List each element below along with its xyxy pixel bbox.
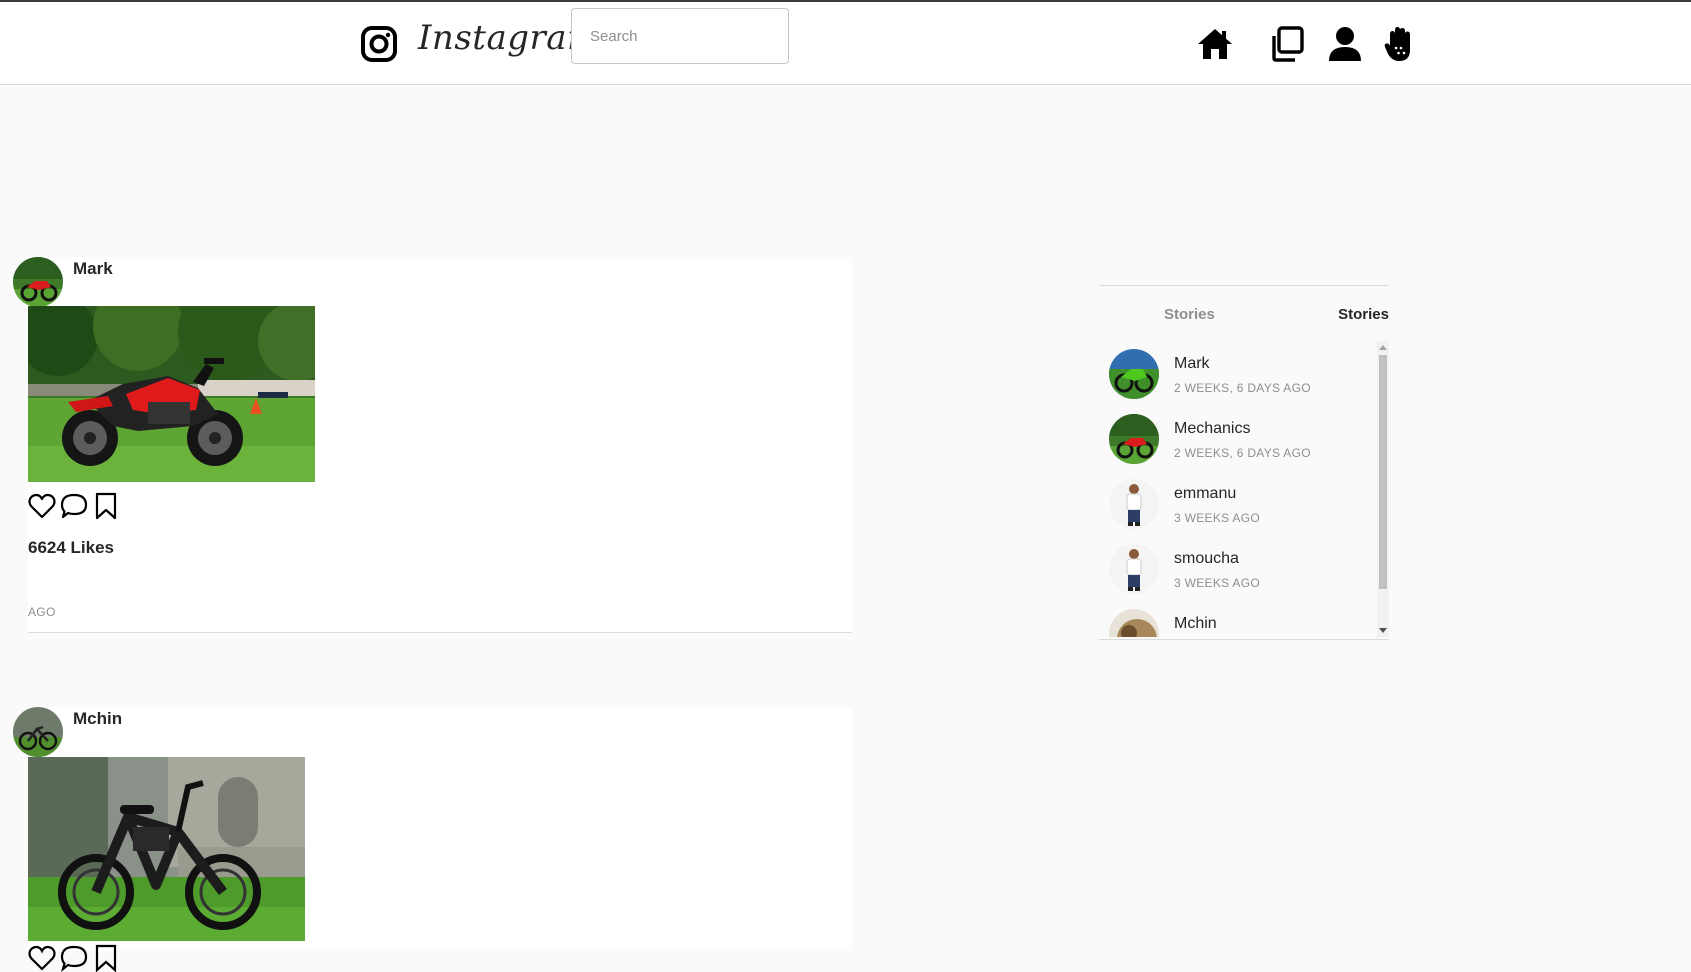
story-time: 2 WEEKS, 6 DAYS AGO (1174, 381, 1311, 395)
story-name: Mechanics (1174, 420, 1251, 437)
heart-icon[interactable] (28, 492, 56, 520)
avatar (1109, 414, 1159, 464)
list-item[interactable]: Mechanics 2 WEEKS, 6 DAYS AGO (1099, 410, 1377, 470)
feed-post: Mchin (13, 707, 852, 972)
avatar (1109, 544, 1159, 594)
post-timestamp: AGO (28, 605, 56, 619)
stories-panel: Stories Stories Mark 2 WEEKS, 6 DAYS AGO (1099, 285, 1389, 640)
post-image[interactable] (28, 757, 305, 941)
story-time: 3 WEEKS AGO (1174, 576, 1260, 590)
post-username[interactable]: Mchin (73, 709, 122, 729)
list-item[interactable]: Mark 2 WEEKS, 6 DAYS AGO (1099, 345, 1377, 405)
tab-stories-active[interactable]: Stories (1338, 306, 1389, 323)
feed-post: Mark 6624 Likes AGO (13, 257, 852, 633)
user-icon[interactable] (1328, 26, 1362, 62)
tab-stories[interactable]: Stories (1164, 306, 1215, 323)
scroll-down-arrow-icon[interactable] (1379, 628, 1387, 633)
avatar[interactable] (13, 707, 63, 757)
bookmark-icon[interactable] (92, 492, 120, 520)
clone-icon[interactable] (1270, 26, 1304, 62)
story-name: smoucha (1174, 550, 1239, 567)
bookmark-icon[interactable] (92, 944, 120, 972)
story-time: 3 WEEKS AGO (1174, 511, 1260, 525)
comment-icon[interactable] (60, 492, 88, 520)
instagram-logo-icon[interactable] (360, 25, 398, 63)
likes-count: 6624 Likes (28, 538, 115, 557)
search-input[interactable] (571, 8, 789, 64)
list-item[interactable]: smoucha 3 WEEKS AGO (1099, 540, 1377, 600)
scroll-thumb[interactable] (1379, 355, 1387, 589)
story-name: emmanu (1174, 485, 1237, 502)
post-username[interactable]: Mark (73, 259, 113, 279)
avatar (1109, 349, 1159, 399)
top-navigation-bar: Instagram (0, 2, 1691, 85)
story-name: Mchin (1174, 615, 1217, 632)
list-item[interactable]: Mchin (1099, 605, 1377, 637)
post-image[interactable] (28, 306, 315, 482)
scroll-up-arrow-icon[interactable] (1379, 345, 1387, 350)
comment-icon[interactable] (60, 944, 88, 972)
story-list-scrollbar[interactable] (1377, 341, 1389, 637)
avatar[interactable] (13, 257, 63, 307)
story-list: Mark 2 WEEKS, 6 DAYS AGO Mechanics 2 WEE… (1099, 341, 1377, 637)
list-item[interactable]: emmanu 3 WEEKS AGO (1099, 475, 1377, 535)
story-name: Mark (1174, 355, 1210, 372)
home-icon[interactable] (1196, 26, 1234, 62)
story-time: 2 WEEKS, 6 DAYS AGO (1174, 446, 1311, 460)
heart-icon[interactable] (28, 944, 56, 972)
avatar (1109, 479, 1159, 529)
post-divider (28, 632, 852, 633)
avatar (1109, 609, 1159, 637)
hand-icon[interactable] (1384, 26, 1416, 62)
